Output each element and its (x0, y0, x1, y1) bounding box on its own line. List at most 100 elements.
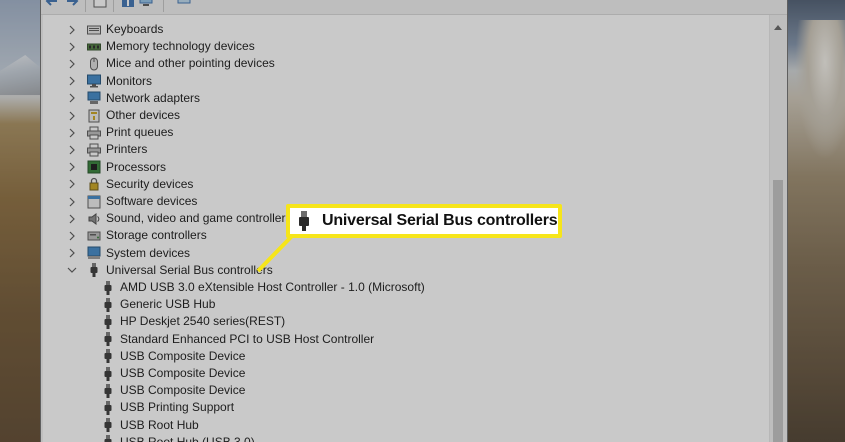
usb-icon (101, 383, 115, 398)
tree-item-label: Mice and other pointing devices (106, 56, 275, 71)
tree-item-label: Network adapters (106, 90, 201, 105)
callout-text: Universal Serial Bus controllers (322, 212, 558, 229)
tree-category-row[interactable]: Mice and other pointing devices (67, 55, 275, 72)
scroll-up-arrow-icon[interactable] (774, 25, 782, 30)
tree-item-label: USB Root Hub (120, 417, 199, 432)
chevron-right-icon[interactable] (67, 25, 77, 35)
tree-item-label: System devices (106, 245, 191, 260)
forward-icon[interactable] (65, 0, 79, 8)
tree-category-row[interactable]: Security devices (67, 176, 193, 193)
tree-item-label: Generic USB Hub (120, 297, 216, 312)
tree-item-label: USB Composite Device (120, 348, 246, 363)
usb-icon (101, 297, 115, 312)
printer-icon (87, 143, 101, 157)
tree-item-label: Software devices (106, 194, 198, 208)
tree-item-label: HP Deskjet 2540 series(REST) (120, 314, 286, 329)
callout-box: Universal Serial Bus controllers (286, 204, 562, 238)
tree-item-label: Other devices (106, 108, 181, 122)
scrollbar-thumb[interactable] (773, 180, 783, 442)
monitor-icon (87, 74, 101, 88)
chevron-right-icon[interactable] (67, 59, 77, 69)
usb-icon (101, 435, 115, 442)
tree-item-label: Sound, video and game controllers (106, 211, 292, 226)
help-icon[interactable] (121, 0, 135, 8)
tree-device-row[interactable]: USB Composite Device (101, 348, 245, 365)
toolbar (41, 0, 787, 15)
chevron-right-icon[interactable] (67, 248, 77, 258)
tree-category-row[interactable]: Network adapters (67, 90, 200, 107)
tree-item-label: Processors (106, 159, 167, 174)
tree-item-label: Storage controllers (106, 228, 207, 243)
chevron-down-icon[interactable] (67, 265, 77, 275)
chevron-right-icon[interactable] (67, 128, 77, 138)
mouse-icon (87, 57, 101, 71)
unknown-device-icon (87, 109, 101, 123)
tree-category-row[interactable]: System devices (67, 245, 190, 262)
usb-icon (101, 400, 115, 415)
tree-device-row[interactable]: USB Composite Device (101, 382, 245, 399)
tree-category-row[interactable]: Keyboards (67, 21, 163, 38)
chevron-right-icon[interactable] (67, 162, 77, 172)
tree-category-row[interactable]: Software devices (67, 193, 197, 210)
chevron-right-icon[interactable] (67, 231, 77, 241)
tree-item-label: USB Printing Support (120, 400, 235, 415)
chevron-right-icon[interactable] (67, 145, 77, 155)
chevron-right-icon[interactable] (67, 76, 77, 86)
tree-category-row[interactable]: Monitors (67, 73, 152, 90)
tree-item-label: Memory technology devices (106, 39, 255, 54)
system-icon (87, 246, 101, 260)
printer-icon (87, 126, 101, 140)
back-icon[interactable] (45, 0, 59, 8)
tree-item-label: USB Composite Device (120, 383, 246, 398)
usb-icon (296, 211, 312, 231)
toolbar-separator (163, 0, 164, 12)
vertical-scrollbar[interactable] (769, 15, 787, 442)
tree-item-label: Universal Serial Bus controllers (106, 262, 273, 277)
processor-icon (87, 160, 101, 174)
tree-device-row[interactable]: Generic USB Hub (101, 296, 215, 313)
chevron-right-icon[interactable] (67, 93, 77, 103)
tree-device-row[interactable]: USB Composite Device (101, 365, 245, 382)
keyboard-icon (87, 23, 101, 37)
tree-device-row[interactable]: USB Root Hub (USB 3.0) (101, 434, 255, 442)
usb-icon (87, 263, 101, 278)
tree-category-row[interactable]: Universal Serial Bus controllers (67, 262, 273, 279)
toolbar-separator (113, 0, 114, 12)
computer-icon[interactable] (139, 0, 153, 8)
tree-category-row[interactable]: Storage controllers (67, 227, 207, 244)
chevron-right-icon[interactable] (67, 197, 77, 207)
tree-category-row[interactable]: Other devices (67, 107, 180, 124)
software-icon (87, 195, 101, 209)
tree-category-row[interactable]: Printers (67, 141, 147, 158)
usb-icon (101, 349, 115, 364)
usb-icon (101, 280, 115, 295)
tree-item-label: Keyboards (106, 22, 164, 36)
tree-item-label: Printers (106, 142, 148, 157)
scan-hardware-icon[interactable] (177, 0, 191, 8)
chevron-right-icon[interactable] (67, 111, 77, 121)
chevron-right-icon[interactable] (67, 179, 77, 189)
storage-icon (87, 229, 101, 243)
tree-device-row[interactable]: USB Printing Support (101, 399, 234, 416)
tree-device-row[interactable]: HP Deskjet 2540 series(REST) (101, 313, 285, 330)
usb-icon (101, 332, 115, 347)
tree-category-row[interactable]: Print queues (67, 124, 173, 141)
tree-item-label: Monitors (106, 73, 153, 88)
usb-icon (101, 314, 115, 329)
tree-item-label: Standard Enhanced PCI to USB Host Contro… (120, 331, 375, 346)
wallpaper-left-landscape (0, 0, 42, 442)
tree-item-label: Security devices (106, 176, 194, 191)
tree-device-row[interactable]: USB Root Hub (101, 417, 199, 434)
tree-category-row[interactable]: Sound, video and game controllers (67, 210, 291, 227)
tree-category-row[interactable]: Processors (67, 159, 166, 176)
properties-icon[interactable] (93, 0, 107, 8)
tree-device-row[interactable]: AMD USB 3.0 eXtensible Host Controller -… (101, 279, 425, 296)
chevron-right-icon[interactable] (67, 42, 77, 52)
tree-item-label: USB Composite Device (120, 366, 246, 380)
tree-category-row[interactable]: Memory technology devices (67, 38, 255, 55)
chevron-right-icon[interactable] (67, 214, 77, 224)
usb-icon (101, 418, 115, 433)
toolbar-separator (85, 0, 86, 12)
tree-device-row[interactable]: Standard Enhanced PCI to USB Host Contro… (101, 331, 374, 348)
wallpaper-right-landscape (785, 0, 845, 442)
